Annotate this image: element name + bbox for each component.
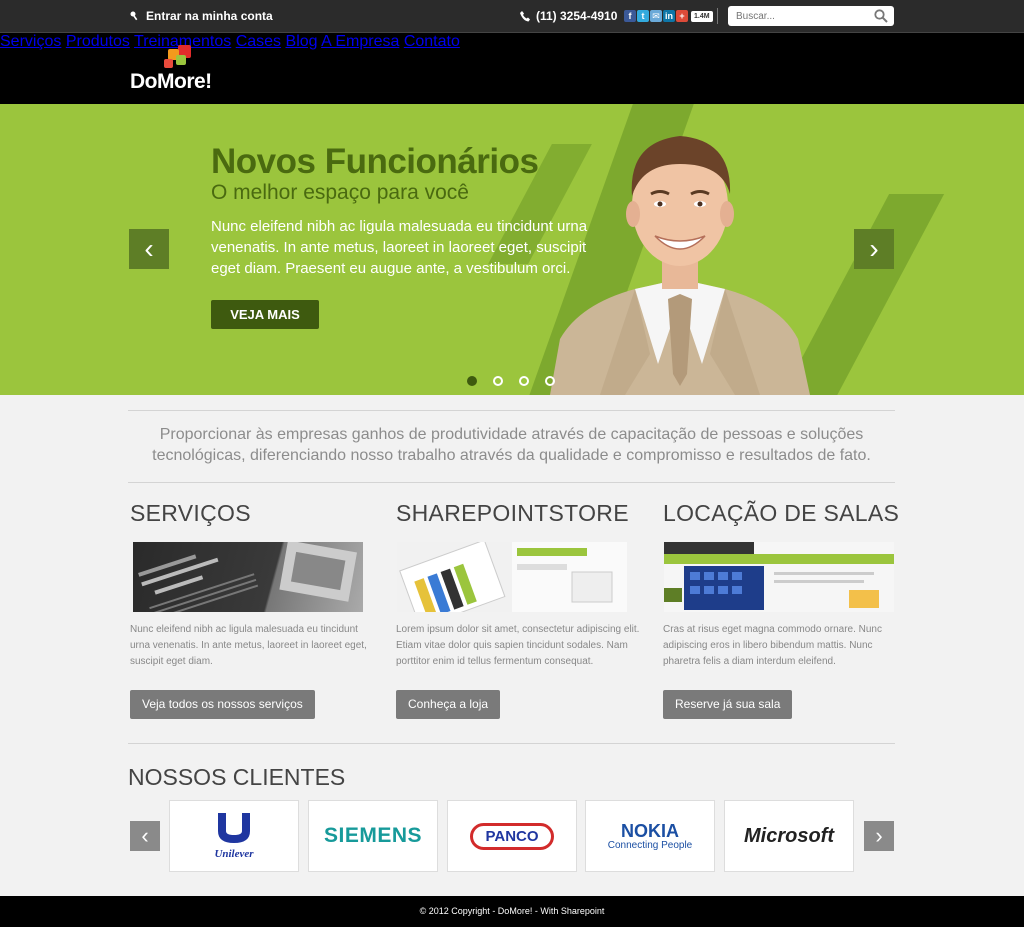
client-name: Microsoft: [744, 824, 834, 847]
company-tagline: Proporcionar às empresas ganhos de produ…: [152, 426, 871, 464]
footer: © 2012 Copyright - DoMore! - With Sharep…: [0, 896, 1024, 927]
section-title: SERVIÇOS: [130, 500, 251, 526]
divider: [717, 8, 718, 24]
nav-item-blog[interactable]: Blog: [286, 33, 318, 50]
hero-slider: Novos Funcionários O melhor espaço para …: [0, 104, 1024, 395]
client-logo-microsoft[interactable]: Microsoft: [724, 800, 854, 872]
client-name: SIEMENS: [323, 824, 423, 847]
divider: [128, 410, 895, 411]
client-name: PANCO: [470, 822, 554, 850]
nav-item-produtos[interactable]: Produtos: [66, 33, 130, 50]
section-text: Lorem ipsum dolor sit amet, consectetur …: [396, 624, 640, 667]
hero-next-button[interactable]: ›: [854, 229, 894, 269]
room-rental-section: LOCAÇÃO DE SALAS Cras at risus eget magn…: [663, 500, 903, 719]
hero-subtitle: O melhor espaço para você: [211, 181, 469, 204]
section-title: LOCAÇÃO DE SALAS: [663, 500, 900, 526]
chevron-left-icon: ‹: [141, 823, 149, 848]
logo-icon: [164, 45, 191, 68]
social-links: f t ✉ in + 1.4M: [624, 10, 713, 22]
nav-item-contato[interactable]: Contato: [404, 33, 460, 50]
view-services-button[interactable]: Veja todos os nossos serviços: [130, 690, 315, 719]
nav-item-servicos[interactable]: Serviços: [0, 33, 61, 50]
key-icon: [130, 11, 138, 20]
divider: [128, 482, 895, 483]
client-name: NOKIA: [620, 820, 679, 841]
nav-item-a-empresa[interactable]: A Empresa: [321, 33, 399, 50]
facebook-icon[interactable]: f: [624, 10, 636, 22]
search-box: [728, 6, 894, 27]
clients-prev-button[interactable]: ‹: [130, 821, 160, 851]
login-label: Entrar na minha conta: [146, 9, 273, 23]
client-logo-unilever[interactable]: Unilever: [169, 800, 299, 872]
logo-text: DoMore!: [130, 70, 212, 93]
store-thumbnail-art: [397, 542, 627, 612]
slide-dot[interactable]: [519, 376, 529, 386]
services-thumbnail[interactable]: [133, 542, 363, 612]
section-text: Nunc eleifend nibh ac ligula malesuada e…: [130, 624, 367, 667]
header: DoMore! Serviços Produtos Treinamentos C…: [0, 33, 1024, 104]
slide-dot[interactable]: [545, 376, 555, 386]
top-bar: Entrar na minha conta (11) 3254-4910 f t…: [0, 0, 1024, 33]
slide-dot[interactable]: [467, 376, 477, 386]
services-section: SERVIÇOS Nunc eleifend nibh ac ligula ma…: [130, 500, 370, 719]
google-plus-icon[interactable]: +: [676, 10, 688, 22]
room-thumbnail[interactable]: [664, 542, 894, 612]
login-link[interactable]: Entrar na minha conta: [130, 9, 273, 23]
search-input[interactable]: [728, 6, 868, 27]
visit-store-button[interactable]: Conheça a loja: [396, 690, 501, 719]
phone-number: (11) 3254-4910: [536, 9, 618, 23]
hero-prev-button[interactable]: ‹: [129, 229, 169, 269]
linkedin-icon[interactable]: in: [663, 10, 675, 22]
chevron-right-icon: ›: [875, 823, 883, 848]
chevron-left-icon: ‹: [144, 233, 154, 264]
client-logo-nokia[interactable]: NOKIA Connecting People: [585, 800, 715, 872]
nav-item-cases[interactable]: Cases: [236, 33, 281, 50]
see-more-button[interactable]: VEJA MAIS: [211, 300, 319, 329]
book-room-button[interactable]: Reserve já sua sala: [663, 690, 793, 719]
clients-next-button[interactable]: ›: [864, 821, 894, 851]
hero-title: Novos Funcionários: [211, 142, 539, 181]
client-name: Unilever: [214, 847, 254, 860]
mail-icon[interactable]: ✉: [650, 10, 662, 22]
clients-title: NOSSOS CLIENTES: [128, 764, 346, 790]
sharepointstore-section: SHAREPOINTSTORE Lorem ipsum dolor sit am…: [396, 500, 639, 719]
section-title: SHAREPOINTSTORE: [396, 500, 629, 526]
client-logo-siemens[interactable]: SIEMENS: [308, 800, 438, 872]
phone-icon: [520, 10, 530, 21]
section-text: Cras at risus eget magna commodo ornare.…: [663, 624, 882, 667]
unilever-logo-icon: [218, 812, 250, 843]
store-thumbnail[interactable]: [397, 542, 627, 612]
search-icon[interactable]: [874, 9, 888, 23]
phone-info: (11) 3254-4910: [520, 9, 617, 23]
slide-indicators: [467, 376, 555, 386]
social-count: 1.4M: [691, 10, 713, 22]
divider: [128, 743, 895, 744]
slide-dot[interactable]: [493, 376, 503, 386]
client-logo-panco[interactable]: PANCO: [447, 800, 577, 872]
twitter-icon[interactable]: t: [637, 10, 649, 22]
chevron-right-icon: ›: [869, 233, 879, 264]
copyright-text: © 2012 Copyright - DoMore! - With Sharep…: [419, 906, 605, 916]
client-tagline: Connecting People: [607, 839, 693, 851]
services-thumbnail-art: [138, 542, 357, 612]
hero-text: Nunc eleifend nibh ac ligula malesuada e…: [211, 218, 588, 277]
logo[interactable]: DoMore!: [130, 45, 240, 95]
room-thumbnail-art: [664, 542, 894, 612]
